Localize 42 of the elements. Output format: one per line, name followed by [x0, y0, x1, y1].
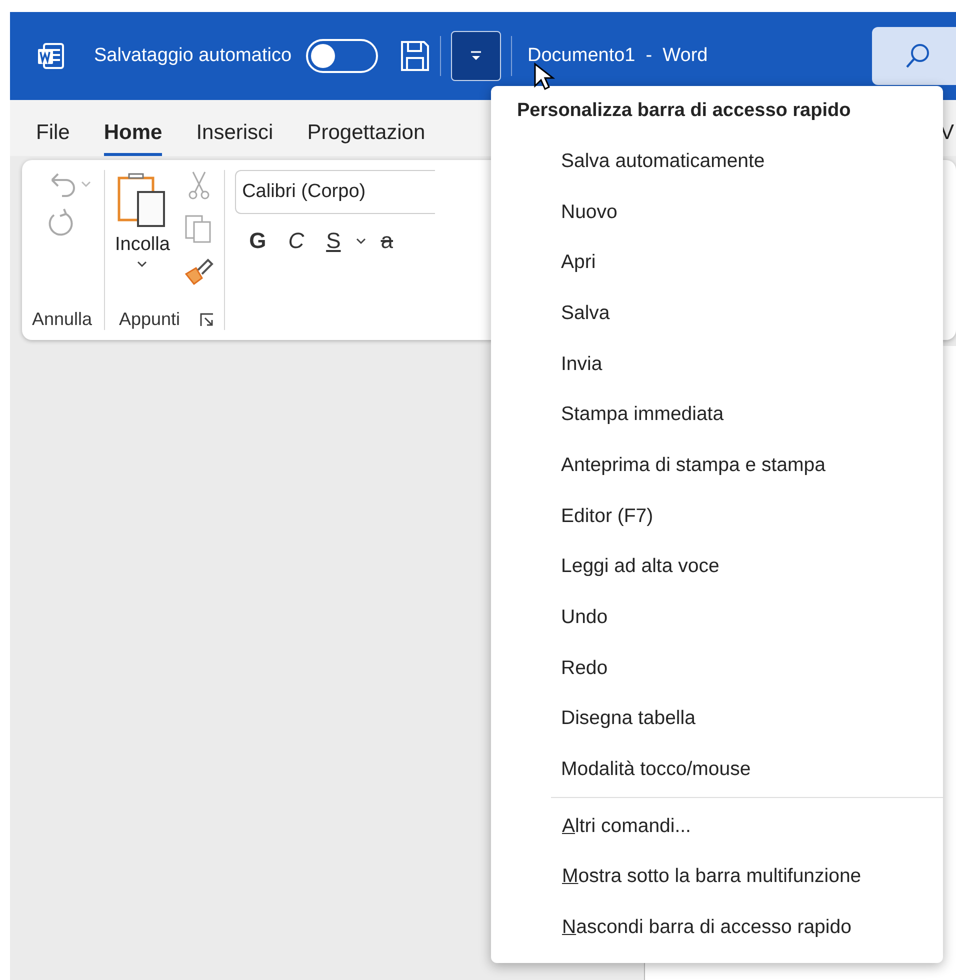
format-button[interactable]: S: [318, 228, 349, 254]
paste-button[interactable]: Incolla: [115, 170, 170, 309]
ribbon-tab[interactable]: File: [36, 121, 70, 156]
ribbon-tab[interactable]: Home: [104, 121, 162, 156]
search-button[interactable]: [872, 27, 956, 85]
menu-item[interactable]: Editor (F7): [491, 490, 943, 542]
menu-item[interactable]: Leggi ad alta voce: [491, 542, 943, 592]
menu-item[interactable]: Altri comandi...: [491, 800, 943, 852]
chevron-icon: [136, 260, 148, 268]
autosave-toggle[interactable]: [306, 39, 378, 73]
menu-item[interactable]: Nuovo: [491, 186, 943, 238]
format-button[interactable]: C: [280, 228, 312, 254]
menu-item[interactable]: Redo: [491, 642, 943, 694]
menu-item[interactable]: Stampa immediata: [491, 389, 943, 440]
menu-item[interactable]: Invia: [491, 338, 943, 390]
dialog-launcher-icon[interactable]: [200, 312, 214, 326]
autosave-label: Salvataggio automatico: [94, 45, 292, 67]
menu-item[interactable]: Salva automaticamente: [491, 136, 943, 187]
group-label: Appunti: [118, 309, 180, 330]
menu-title: Personalizza barra di accesso rapido: [516, 99, 852, 123]
format-painter-icon[interactable]: [184, 258, 214, 288]
caret-icon[interactable]: [354, 237, 367, 245]
ribbon-tab[interactable]: Inserisci: [196, 121, 274, 156]
format-button[interactable]: G: [241, 228, 274, 254]
customize-toolbar-button[interactable]: [450, 31, 501, 81]
menu-item[interactable]: Modalità tocco/mouse: [491, 744, 943, 795]
menu-item[interactable]: Nascondi barra di accesso rapido: [491, 902, 943, 953]
document-title: Documento1 - Word: [528, 45, 708, 67]
save-icon[interactable]: [400, 40, 430, 72]
menu-item[interactable]: Salva: [491, 288, 943, 339]
menu-item[interactable]: Apri: [491, 237, 943, 288]
menu-item[interactable]: Undo: [491, 592, 943, 643]
dropdown-arrow-icon: [468, 50, 483, 62]
menu-item[interactable]: Mostra sotto la barra multifunzione: [491, 852, 943, 902]
menu-item[interactable]: Anteprima di stampa e stampa: [491, 440, 943, 491]
search-icon: [904, 42, 932, 70]
menu-item[interactable]: Disegna tabella: [491, 694, 943, 744]
format-button[interactable]: a: [372, 228, 402, 254]
word-logo-icon: [36, 41, 66, 71]
ribbon-tab[interactable]: Progettazion: [307, 121, 426, 156]
group-label: Annulla: [32, 309, 92, 330]
font-name-field[interactable]: Calibri (Corpo): [235, 170, 436, 214]
